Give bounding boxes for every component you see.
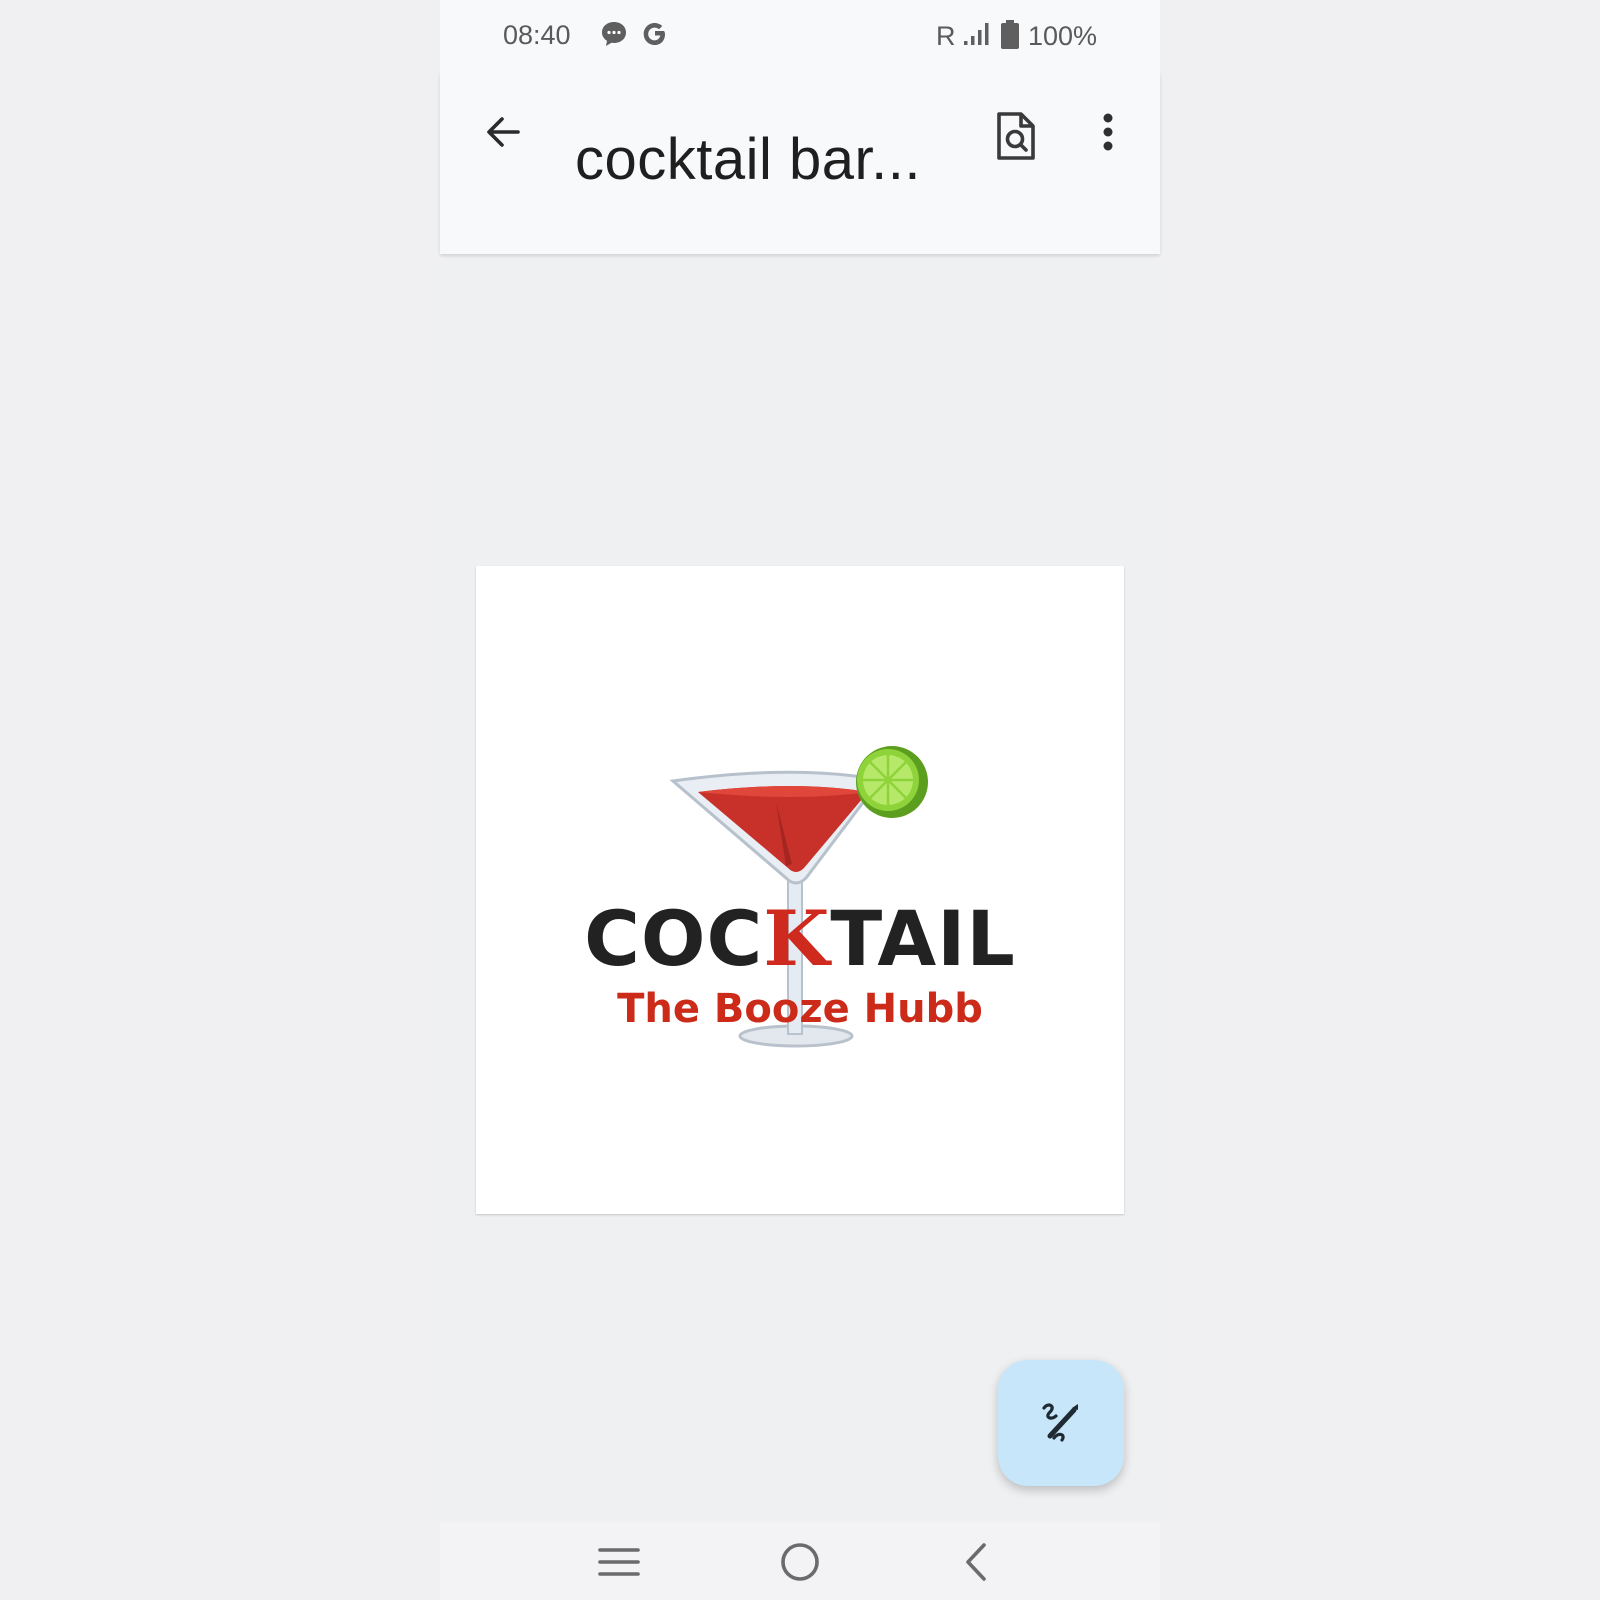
google-icon bbox=[642, 20, 668, 53]
more-options-button[interactable] bbox=[1086, 108, 1130, 164]
system-nav-bar bbox=[440, 1522, 1160, 1600]
document-page: COCKTAIL The Booze Hubb bbox=[476, 566, 1124, 1214]
back-button[interactable] bbox=[478, 107, 528, 157]
phone-screen: 08:40 R 100% cocktail bar... COCKTAIL Th… bbox=[440, 0, 1160, 1600]
back-arrow-icon bbox=[478, 117, 528, 161]
logo-word-prefix: COC bbox=[584, 894, 764, 983]
find-in-document-button[interactable] bbox=[988, 108, 1044, 164]
find-in-document-icon bbox=[988, 112, 1044, 168]
recents-icon bbox=[594, 1548, 644, 1588]
home-icon bbox=[775, 1543, 825, 1588]
logo-word-suffix: TAIL bbox=[830, 894, 1016, 983]
logo-tagline: The Booze Hubb bbox=[617, 986, 983, 1032]
battery-icon bbox=[1000, 20, 1020, 55]
app-bar: cocktail bar... bbox=[440, 72, 1160, 254]
signal-icon bbox=[962, 20, 992, 53]
cocktail-glass-logo-icon bbox=[669, 746, 928, 1048]
battery-percent: 100% bbox=[1028, 21, 1098, 51]
back-icon bbox=[954, 1543, 1004, 1588]
status-bar: 08:40 R 100% bbox=[440, 0, 1160, 72]
more-vert-icon bbox=[1086, 113, 1130, 168]
roaming-indicator: R bbox=[936, 21, 956, 51]
home-button[interactable] bbox=[775, 1540, 825, 1584]
draw-annotate-button[interactable] bbox=[998, 1360, 1124, 1486]
messages-icon bbox=[600, 20, 628, 53]
recents-button[interactable] bbox=[594, 1540, 644, 1584]
nav-back-button[interactable] bbox=[954, 1540, 1004, 1584]
status-time: 08:40 bbox=[503, 20, 571, 50]
logo-wordmark: COCKTAIL bbox=[476, 894, 1124, 983]
document-title: cocktail bar... bbox=[575, 127, 921, 192]
logo-word-accent: K bbox=[763, 894, 831, 983]
